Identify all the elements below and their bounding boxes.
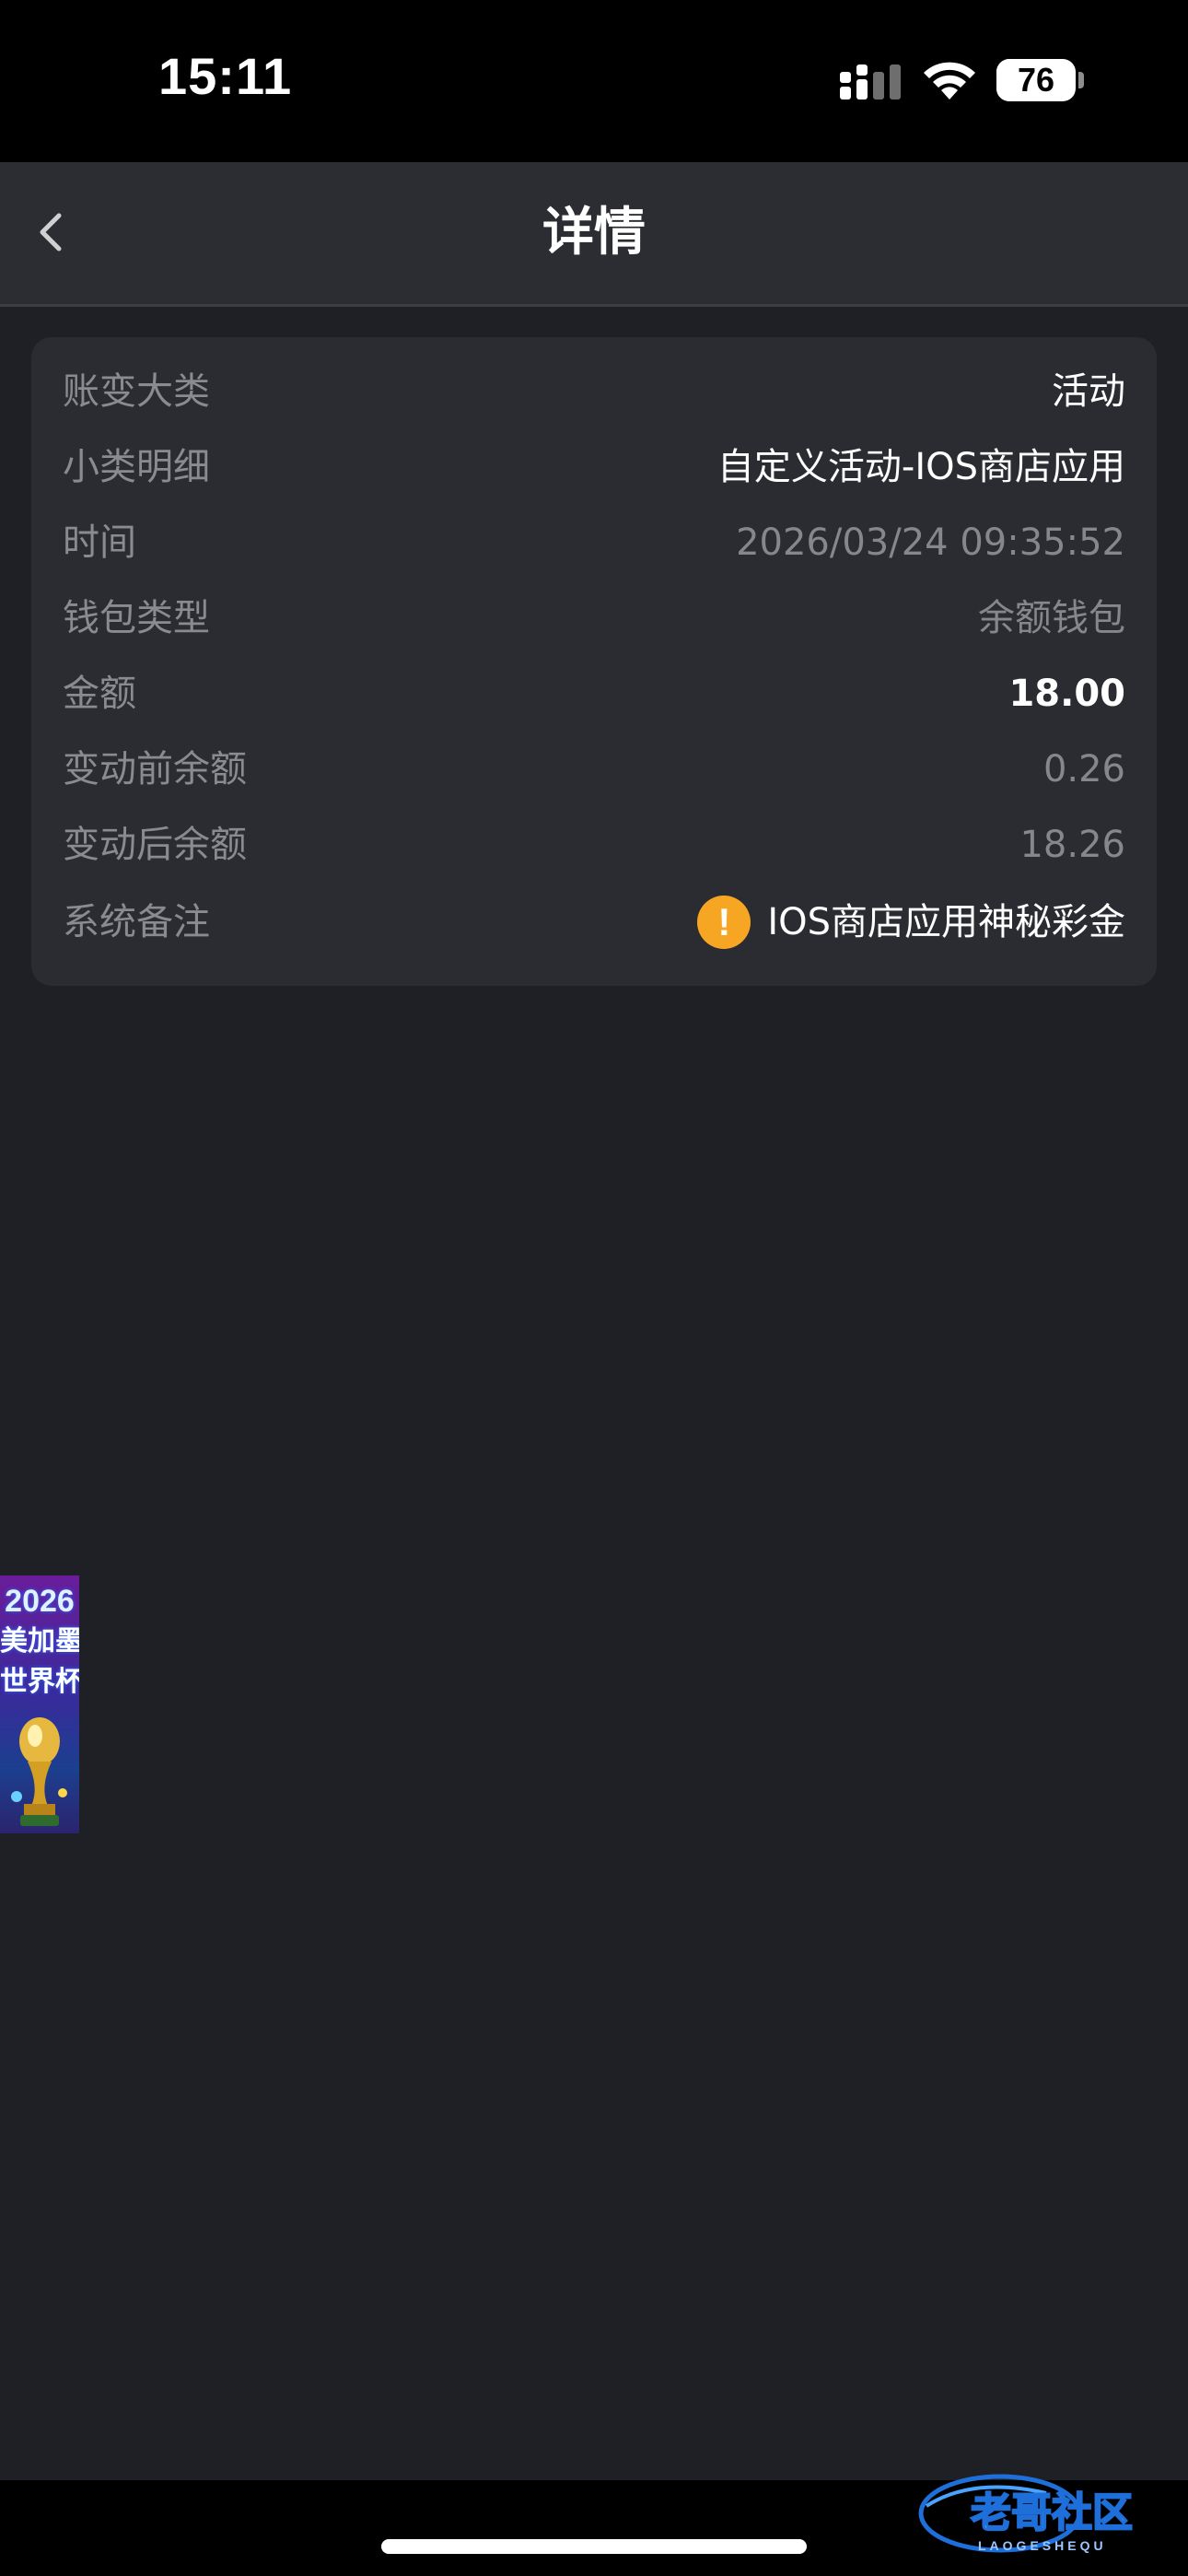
banner-line-3: 世界杯 <box>0 1667 79 1697</box>
battery-percentage: 76 <box>1017 61 1055 99</box>
detail-label: 变动后余额 <box>63 824 247 866</box>
detail-label: 账变大类 <box>63 370 210 413</box>
nav-bar: 详情 <box>0 162 1188 307</box>
detail-value: IOS商店应用神秘彩金 <box>767 901 1125 943</box>
home-indicator[interactable] <box>381 2539 807 2554</box>
detail-value: 2026/03/24 09:35:52 <box>736 521 1125 564</box>
detail-row-balance-after: 变动后余额 18.26 <box>63 813 1125 877</box>
battery-icon: 76 <box>996 59 1076 101</box>
cellular-signal-icon <box>840 64 901 100</box>
battery-tip <box>1078 72 1084 88</box>
warning-icon: ! <box>697 896 751 949</box>
detail-label: 系统备注 <box>63 901 210 943</box>
world-cup-float-banner[interactable]: 2026 美加墨 世界杯 <box>0 1575 79 1833</box>
detail-value: 余额钱包 <box>978 597 1125 639</box>
svg-text:LAOGESHEQU: LAOGESHEQU <box>978 2538 1107 2553</box>
detail-row-category: 账变大类 活动 <box>63 359 1125 424</box>
wifi-icon <box>924 62 975 100</box>
watermark-logo: 老哥社区 LAOGESHEQU <box>918 2474 1134 2553</box>
banner-year: 2026 <box>5 1584 75 1619</box>
status-time: 15:11 <box>158 47 293 105</box>
detail-label: 时间 <box>63 521 136 564</box>
chevron-left-icon <box>40 213 62 252</box>
page: 15:11 76 详情 账变大类 活动 小类明细 自定义活动-IOS商店应用 时… <box>0 0 1188 2576</box>
page-title: 详情 <box>542 203 646 263</box>
banner-line-2: 美加墨 <box>0 1626 79 1657</box>
system-note: ! IOS商店应用神秘彩金 <box>697 890 1125 954</box>
detail-value: 0.26 <box>1042 748 1125 790</box>
detail-row-system-note: 系统备注 ! IOS商店应用神秘彩金 <box>63 890 1125 954</box>
detail-label: 变动前余额 <box>63 748 247 790</box>
detail-value: 活动 <box>1052 370 1125 413</box>
detail-row-wallet-type: 钱包类型 余额钱包 <box>63 586 1125 650</box>
detail-row-subcategory: 小类明细 自定义活动-IOS商店应用 <box>63 435 1125 499</box>
detail-row-time: 时间 2026/03/24 09:35:52 <box>63 510 1125 575</box>
detail-row-amount: 金额 18.00 <box>63 662 1125 726</box>
detail-label: 小类明细 <box>63 446 210 488</box>
detail-label: 金额 <box>63 673 136 715</box>
detail-value: 18.00 <box>1008 673 1125 715</box>
detail-value: 18.26 <box>1019 824 1125 866</box>
detail-label: 钱包类型 <box>63 597 210 639</box>
back-button[interactable] <box>18 195 92 269</box>
status-bar: 15:11 76 <box>0 0 1188 162</box>
detail-value: 自定义活动-IOS商店应用 <box>716 446 1125 488</box>
detail-card: 账变大类 活动 小类明细 自定义活动-IOS商店应用 时间 2026/03/24… <box>31 337 1157 986</box>
svg-text:老哥社区: 老哥社区 <box>971 2489 1133 2536</box>
trophy-icon <box>11 1717 67 1826</box>
detail-row-balance-before: 变动前余额 0.26 <box>63 737 1125 802</box>
